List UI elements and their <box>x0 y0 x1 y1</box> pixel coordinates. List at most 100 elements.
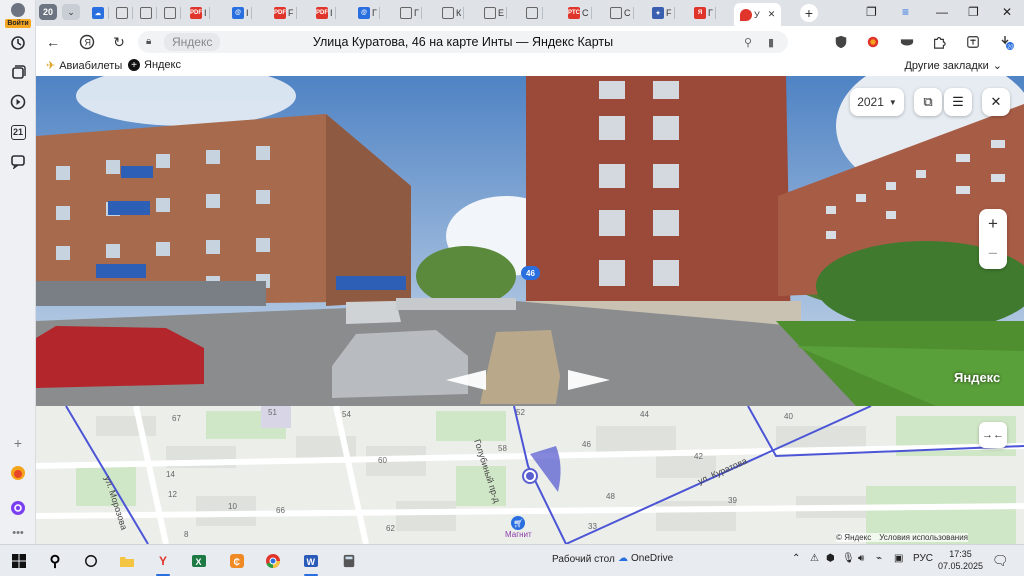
language-indicator[interactable]: РУС <box>913 553 933 564</box>
history-icon[interactable] <box>9 34 27 52</box>
year-selector[interactable]: 2021 ▼ <box>850 88 904 116</box>
bookmark-avia[interactable]: ✈ Авиабилеты <box>46 59 122 73</box>
bookmark-yandex[interactable]: + Яндекс <box>128 59 181 71</box>
tab-count-badge[interactable]: 20 <box>39 4 57 20</box>
collections-icon[interactable]: ❐ <box>866 5 877 19</box>
alert-icon[interactable]: ⚠ <box>810 553 819 564</box>
zoom-out-button[interactable]: − <box>979 239 1007 269</box>
tab[interactable]: @ I <box>232 4 252 22</box>
reload-button[interactable]: ↻ <box>110 33 128 51</box>
login-button[interactable]: Войти <box>4 2 32 36</box>
terms-link[interactable]: Условия использования <box>879 533 968 542</box>
open-external-button[interactable]: ⧉ <box>914 88 942 116</box>
house-number-marker[interactable]: 46 <box>521 266 540 280</box>
close-panorama-button[interactable]: ✕ <box>982 88 1010 116</box>
chevron-up-icon[interactable]: ⌃ <box>792 553 800 564</box>
more-icon[interactable]: ••• <box>9 524 27 542</box>
calendar-icon[interactable]: 21 <box>9 123 27 141</box>
microphone-icon[interactable]: 🎙︎ <box>842 553 855 564</box>
tab[interactable]: Е <box>484 4 508 22</box>
yandex-browser-icon[interactable]: Y <box>152 550 174 576</box>
address-bar[interactable]: 🔒︎ Яндекс Улица Куратова, 46 на карте Ин… <box>138 31 788 53</box>
tab[interactable]: PDF F <box>274 4 297 22</box>
tab[interactable]: ✦ F <box>652 4 675 22</box>
puzzle-icon[interactable] <box>930 33 948 51</box>
zoom-in-button[interactable]: + <box>979 209 1007 239</box>
yandex-home-button[interactable]: Я <box>78 33 96 51</box>
tab[interactable]: К <box>442 4 465 22</box>
minimize-button[interactable]: — <box>936 5 948 19</box>
yandex-market-icon[interactable] <box>9 464 27 482</box>
doc-icon <box>116 7 128 19</box>
tab-label: Г <box>708 8 713 18</box>
desktop-toolbar[interactable]: Рабочий стол <box>552 554 615 565</box>
house-number-label: 44 <box>640 410 649 419</box>
speaker-icon[interactable]: 🔊︎ <box>858 553 864 564</box>
tab[interactable] <box>116 4 133 22</box>
clock[interactable]: 17:35 07.05.2025 <box>938 548 983 572</box>
word-icon[interactable]: W <box>300 550 322 576</box>
app-icon[interactable]: ₵ <box>226 550 248 572</box>
network-icon[interactable]: ⌁ <box>876 553 882 564</box>
file-explorer-icon[interactable] <box>116 550 138 572</box>
close-window-button[interactable]: ✕ <box>1002 5 1012 19</box>
task-view-icon[interactable] <box>80 550 102 572</box>
tab[interactable] <box>164 4 181 22</box>
close-tab-icon[interactable]: ✕ <box>768 9 776 20</box>
tab[interactable] <box>140 4 157 22</box>
translate-icon[interactable] <box>964 33 982 51</box>
chrome-icon[interactable] <box>262 550 284 572</box>
house-number-label: 14 <box>166 470 175 479</box>
onedrive-toolbar[interactable]: ☁ OneDrive <box>618 553 673 564</box>
tab-label: С <box>582 8 589 18</box>
alice-icon[interactable] <box>9 499 27 517</box>
other-bookmarks[interactable]: Другие закладки ⌄ <box>904 59 1002 73</box>
add-icon[interactable]: + <box>9 434 27 452</box>
tab-label: F <box>288 8 294 18</box>
tray-app-icon[interactable]: ▣ <box>894 553 903 564</box>
bookmark-icon[interactable]: ▮ <box>768 36 774 49</box>
tab[interactable]: Я Г <box>694 4 716 22</box>
poi-magnit[interactable]: 🛒︎ Магнит <box>505 516 532 539</box>
excel-icon[interactable]: X <box>188 550 210 572</box>
extension-icon[interactable] <box>898 33 916 51</box>
tab-label: I <box>204 8 207 18</box>
cloud-icon: ☁ <box>92 7 104 19</box>
chevron-down-icon[interactable]: ⌄ <box>62 4 80 20</box>
new-tab-button[interactable]: + <box>800 4 818 22</box>
messenger-icon[interactable] <box>9 152 27 170</box>
emblem-icon: ✦ <box>652 7 664 19</box>
tab[interactable]: РТС С <box>568 4 592 22</box>
play-icon[interactable] <box>9 93 27 111</box>
zoom-control: + − <box>979 209 1007 269</box>
windows-taskbar: ⚲ Y X ₵ W Рабочий стол ☁ OneDrive ⌃ ⚠ ⬢ <box>0 544 1024 576</box>
menu-button[interactable]: ☰ <box>944 88 972 116</box>
windows-start-icon[interactable] <box>8 550 30 572</box>
tab[interactable]: ☁ <box>92 4 109 22</box>
restore-button[interactable]: ❐ <box>968 5 979 19</box>
tab[interactable]: @ Г <box>358 4 380 22</box>
collections-icon[interactable] <box>9 63 27 81</box>
shield-icon[interactable] <box>832 33 850 51</box>
clock-date: 07.05.2025 <box>938 561 984 571</box>
tab[interactable]: Г <box>400 4 422 22</box>
tab[interactable]: PDF I <box>316 4 336 22</box>
tab[interactable]: С <box>610 4 634 22</box>
expand-map-button[interactable]: →← <box>979 422 1007 448</box>
street-panorama[interactable]: 46 2021 ▼ ⧉ ☰ ✕ + − Яндекс <box>36 76 1024 406</box>
download-icon[interactable]: 20 <box>998 33 1016 51</box>
location-pin-icon[interactable]: ⚲ <box>744 36 752 49</box>
tab[interactable]: PDF I <box>190 4 210 22</box>
tab-label: У <box>754 9 760 20</box>
extensions-download-icon[interactable]: ≡ <box>902 5 909 19</box>
house-number-label: 12 <box>168 490 177 499</box>
notifications-icon[interactable]: 🗨︎ <box>992 553 1009 569</box>
mini-map[interactable]: 67 51 54 52 44 40 60 58 46 42 14 12 48 3… <box>36 406 1024 544</box>
calculator-icon[interactable] <box>338 550 360 572</box>
extension-icon[interactable] <box>864 33 882 51</box>
back-button[interactable]: ← <box>44 33 62 51</box>
tab-active[interactable]: У ✕ <box>734 3 782 26</box>
tab[interactable] <box>526 4 543 22</box>
tray-app-icon[interactable]: ⬢ <box>826 553 835 564</box>
search-icon[interactable]: ⚲ <box>44 550 66 572</box>
